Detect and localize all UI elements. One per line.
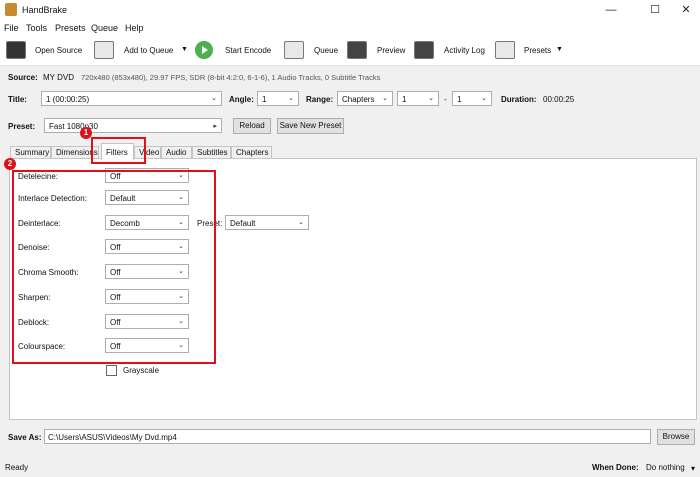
close-button[interactable]: ✕ [672, 0, 700, 20]
chevron-down-icon: ⌄ [298, 219, 304, 226]
menu-presets[interactable]: Presets [55, 23, 86, 33]
angle-value: 1 [262, 95, 267, 104]
range-from-value: 1 [402, 95, 407, 104]
title-bar: HandBrake — ☐ ✕ [0, 0, 700, 20]
presets-icon[interactable] [495, 41, 515, 59]
preset-label: Preset: [8, 122, 36, 131]
angle-select[interactable]: 1 ⌄ [257, 91, 299, 106]
range-select[interactable]: Chapters ⌄ [337, 91, 393, 106]
title-label: Title: [8, 95, 27, 104]
activity-log-icon[interactable] [414, 41, 434, 59]
save-path-input[interactable]: C:\Users\ASUS\Videos\My Dvd.mp4 [44, 429, 651, 444]
save-new-preset-button[interactable]: Save New Preset [277, 118, 344, 134]
chevron-down-icon: ⌄ [382, 95, 388, 102]
range-value: Chapters [342, 95, 375, 104]
menu-file[interactable]: File [4, 23, 19, 33]
queue-button[interactable]: Queue [314, 46, 338, 55]
presets-dropdown-icon[interactable]: ▼ [556, 46, 563, 53]
window-title: HandBrake [22, 5, 68, 15]
range-to-select[interactable]: 1 ⌄ [452, 91, 492, 106]
annotation-box-filters [12, 170, 216, 364]
tab-audio[interactable]: Audio [161, 146, 192, 158]
source-name: MY DVD [43, 73, 74, 82]
grayscale-checkbox[interactable] [106, 365, 117, 376]
status-text: Ready [5, 463, 29, 472]
title-value: 1 (00:00:25) [46, 95, 90, 104]
title-select[interactable]: 1 (00:00:25) ⌄ [41, 91, 222, 106]
preview-icon[interactable] [347, 41, 367, 59]
start-encode-button[interactable]: Start Encode [225, 46, 271, 55]
preset-selector[interactable]: Fast 1080p30 ▸ [44, 118, 222, 133]
menu-bar: File Tools Presets Queue Help [0, 20, 700, 36]
add-to-queue-button[interactable]: Add to Queue [124, 46, 173, 55]
deinterlace-preset-value: Default [230, 219, 256, 228]
maximize-button[interactable]: ☐ [641, 0, 669, 20]
duration-label: Duration: [501, 95, 537, 104]
film-strip-icon[interactable] [6, 41, 26, 59]
minimize-button[interactable]: — [597, 0, 625, 20]
deinterlace-preset-select[interactable]: Default ⌄ [225, 215, 309, 230]
range-label: Range: [306, 95, 334, 104]
menu-tools[interactable]: Tools [26, 23, 47, 33]
source-label: Source: [8, 73, 38, 82]
reload-button[interactable]: Reload [233, 118, 271, 134]
activity-log-button[interactable]: Activity Log [444, 46, 485, 55]
range-separator: - [444, 95, 447, 104]
browse-button[interactable]: Browse [657, 429, 695, 445]
chevron-down-icon: ⌄ [428, 95, 434, 102]
range-to-value: 1 [457, 95, 462, 104]
grayscale-label: Grayscale [123, 366, 160, 375]
annotation-badge-2: 2 [4, 158, 16, 170]
play-icon[interactable] [195, 41, 213, 59]
add-to-queue-dropdown-icon[interactable]: ▼ [181, 46, 188, 53]
chevron-right-icon: ▸ [213, 123, 217, 130]
when-done-dropdown-icon[interactable]: ▾ [691, 464, 695, 473]
duration-value: 00:00:25 [543, 95, 575, 104]
tab-summary[interactable]: Summary [10, 146, 51, 158]
add-to-queue-icon[interactable] [94, 41, 114, 59]
tab-chapters[interactable]: Chapters [231, 146, 272, 158]
open-source-button[interactable]: Open Source [35, 46, 82, 55]
angle-label: Angle: [229, 95, 254, 104]
menu-queue[interactable]: Queue [91, 23, 118, 33]
annotation-badge-1: 1 [80, 127, 92, 139]
preview-button[interactable]: Preview [377, 46, 405, 55]
annotation-box-filters-tab [91, 137, 146, 164]
chevron-down-icon: ⌄ [288, 95, 294, 102]
menu-help[interactable]: Help [125, 23, 144, 33]
queue-icon[interactable] [284, 41, 304, 59]
when-done-value[interactable]: Do nothing [646, 463, 685, 472]
when-done-label: When Done: [592, 463, 639, 472]
handbrake-logo-icon [5, 3, 17, 16]
chevron-down-icon: ⌄ [211, 95, 217, 102]
toolbar: Open Source Add to Queue ▼ Start Encode … [0, 36, 700, 66]
chevron-down-icon: ⌄ [481, 95, 487, 102]
save-as-label: Save As: [8, 433, 42, 442]
source-info: 720x480 (853x480), 29.97 FPS, SDR (8-bit… [81, 73, 381, 82]
range-from-select[interactable]: 1 ⌄ [397, 91, 439, 106]
tab-subtitles[interactable]: Subtitles [192, 146, 231, 158]
presets-button[interactable]: Presets [524, 46, 551, 55]
